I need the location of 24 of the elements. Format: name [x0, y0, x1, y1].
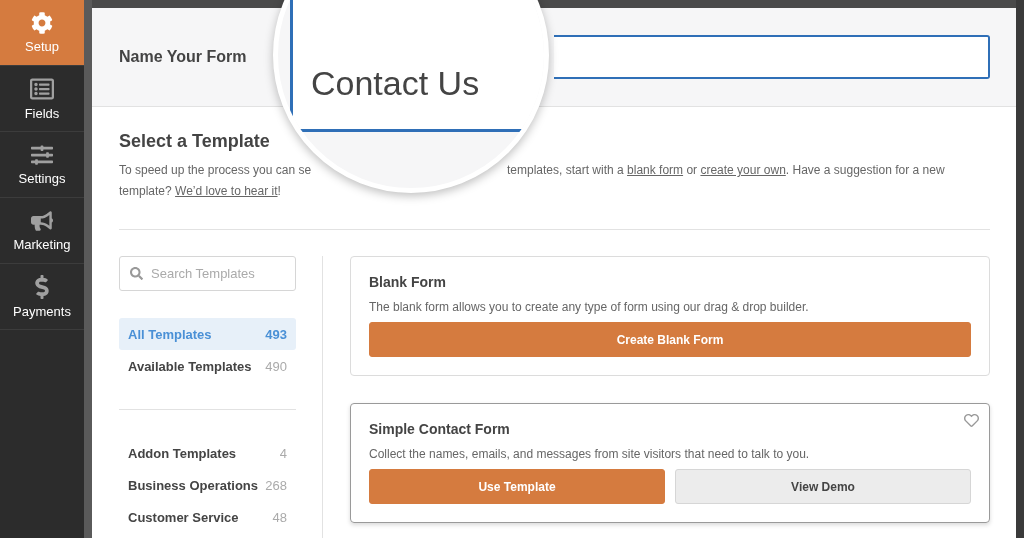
category-item[interactable]: Available Templates 490 [119, 350, 296, 382]
heart-icon[interactable] [964, 413, 979, 428]
search-field[interactable]: Search Templates [119, 256, 296, 291]
text-link[interactable]: create your own [700, 163, 786, 177]
text-link[interactable]: We’d love to hear it [175, 184, 278, 198]
megaphone-icon [31, 209, 53, 232]
description-text: To speed up the process you can se [119, 162, 312, 179]
gear-icon [31, 11, 53, 34]
template-title: Blank Form [369, 274, 447, 290]
text-link[interactable]: blank form [627, 163, 684, 177]
category-item[interactable]: Customer Service 48 [119, 501, 296, 533]
sliders-icon [31, 143, 53, 166]
list-icon [30, 76, 54, 101]
template-description: Collect the names, emails, and messages from site visitors that need to talk to you. [369, 447, 811, 461]
template-title: Simple Contact Form [369, 421, 511, 437]
form-name-field[interactable] [554, 35, 990, 79]
category-item[interactable]: Addon Templates 4 [119, 437, 296, 469]
search-icon [130, 267, 143, 280]
secondary-button[interactable]: View Demo [675, 469, 971, 504]
template-description: The blank form allows you to create any type of form using our drag & drop builder. [369, 300, 810, 314]
category-item[interactable]: Business Operations 268 [119, 469, 296, 501]
magnified-form-name-field: Contact Us [290, 0, 544, 132]
section-title: Select a Template [119, 131, 271, 152]
form-name-label: Name Your Form [119, 48, 247, 66]
